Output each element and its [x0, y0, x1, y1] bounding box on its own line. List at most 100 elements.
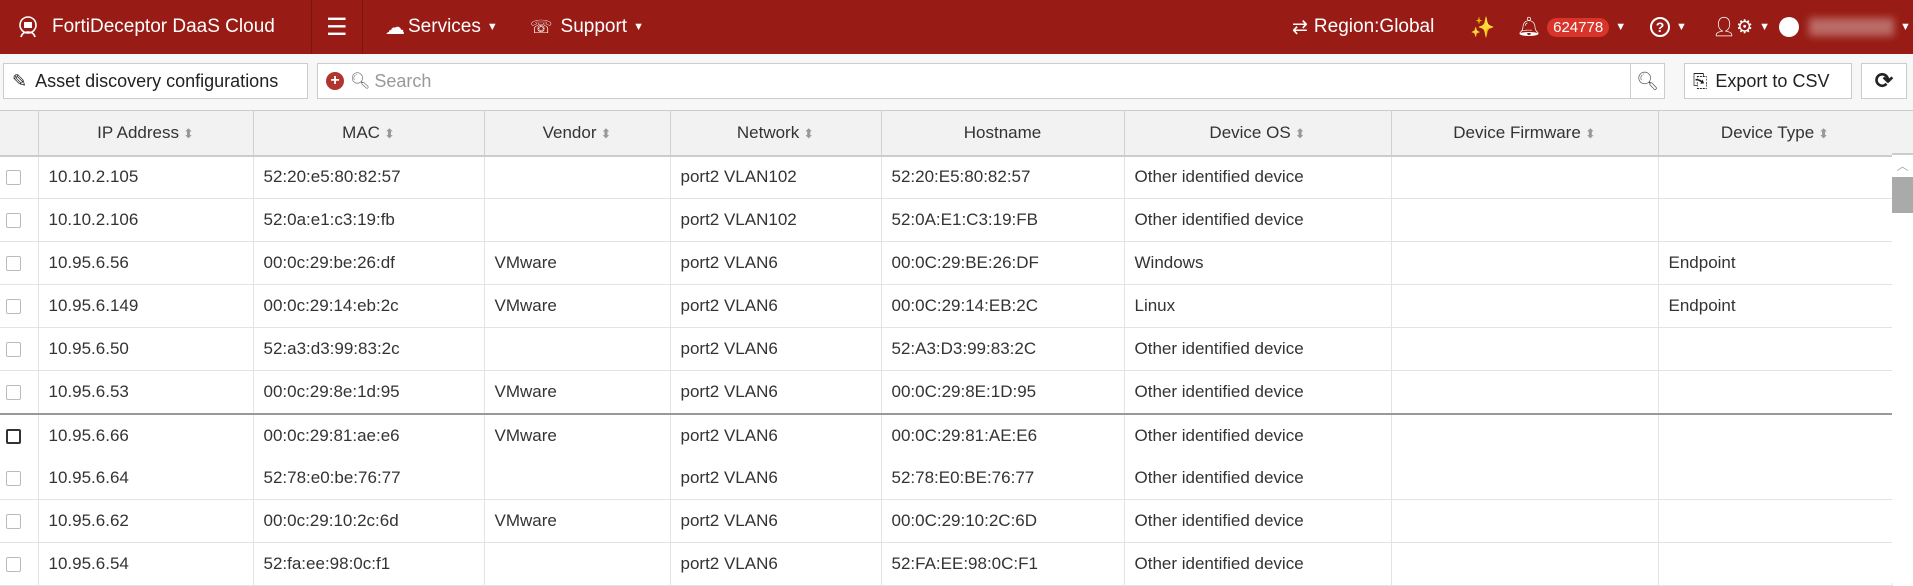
cell-network: port2 VLAN6 — [670, 327, 882, 371]
row-checkbox[interactable] — [6, 428, 21, 444]
row-checkbox[interactable] — [6, 384, 21, 400]
sort-icon[interactable]: ⬍ — [1585, 126, 1596, 141]
search-input[interactable] — [374, 70, 1630, 92]
help-menu[interactable]: ? ▼ — [1650, 0, 1687, 54]
vertical-scrollbar[interactable]: ︿ — [1892, 155, 1913, 583]
table-row[interactable]: 10.95.6.54 52:fa:ee:98:0c:f1 port2 VLAN6 52… — [0, 542, 1893, 586]
magic-wand-icon[interactable]: ✨ — [1470, 0, 1495, 54]
file-export-icon: ⎘ — [1693, 70, 1708, 91]
column-header-ip-address[interactable]: IP Address ⬍ — [38, 110, 254, 157]
row-checkbox[interactable] — [6, 213, 21, 229]
admin-settings-menu[interactable]: 👤︎⚙ ▼ — [1712, 0, 1770, 54]
row-checkbox[interactable] — [6, 557, 21, 573]
row-select-cell — [0, 327, 39, 371]
search-icon: 🔍︎ — [350, 73, 371, 90]
cell-ip-address: 10.95.6.53 — [38, 370, 254, 414]
cell-device-os: Other identified device — [1124, 155, 1392, 199]
user-account-menu[interactable]: ▼ — [1779, 0, 1911, 54]
notifications-menu[interactable]: 🔔︎ 624778 ▼ — [1517, 0, 1626, 54]
cell-device-firmware — [1391, 542, 1659, 586]
column-header-vendor[interactable]: Vendor ⬍ — [484, 110, 671, 157]
column-header-device-firmware[interactable]: Device Firmware ⬍ — [1391, 110, 1659, 157]
cell-ip-address: 10.10.2.105 — [38, 155, 254, 199]
cell-device-type — [1658, 499, 1893, 543]
caret-down-icon: ▼ — [633, 21, 644, 33]
table-row[interactable]: 10.10.2.106 52:0a:e1:c3:19:fb port2 VLAN10… — [0, 198, 1893, 242]
cell-device-os: Other identified device — [1124, 542, 1392, 586]
sort-icon[interactable]: ⬍ — [600, 126, 611, 141]
column-header-device-os[interactable]: Device OS ⬍ — [1124, 110, 1392, 157]
cell-device-type — [1658, 412, 1893, 457]
cell-device-firmware — [1391, 456, 1659, 500]
cell-mac: 52:fa:ee:98:0c:f1 — [253, 542, 485, 586]
search-bar: + 🔍︎ 🔍︎ — [317, 63, 1665, 99]
scroll-up-icon[interactable]: ︿ — [1892, 155, 1913, 177]
services-menu[interactable]: ☁ Services ▼ — [385, 0, 498, 54]
caret-down-icon: ▼ — [1900, 21, 1911, 33]
table-row[interactable]: 10.95.6.56 00:0c:29:be:26:df VMware port2 V… — [0, 241, 1893, 285]
export-to-csv-button[interactable]: ⎘ Export to CSV — [1684, 63, 1852, 99]
table-row[interactable]: 10.95.6.66 00:0c:29:81:ae:e6 VMware port2 V… — [0, 412, 1893, 457]
cell-network: port2 VLAN6 — [670, 241, 882, 285]
cell-device-firmware — [1391, 499, 1659, 543]
cell-vendor: VMware — [484, 284, 671, 328]
user-gear-icon: 👤︎⚙ — [1712, 17, 1754, 38]
column-header-device-type[interactable]: Device Type ⬍ — [1658, 110, 1893, 157]
search-button[interactable]: 🔍︎ — [1630, 64, 1664, 98]
row-select-cell — [0, 412, 39, 457]
column-header-label: Device Type — [1720, 122, 1815, 142]
bell-icon: 🔔︎ — [1517, 17, 1542, 38]
refresh-icon: ⟳ — [1874, 68, 1894, 93]
table-row[interactable]: 10.95.6.149 00:0c:29:14:eb:2c VMware port2 … — [0, 284, 1893, 328]
cell-mac: 52:78:e0:be:76:77 — [253, 456, 485, 500]
row-checkbox[interactable] — [6, 470, 21, 486]
cell-device-firmware — [1391, 155, 1659, 199]
column-header-label: IP Address — [97, 122, 179, 142]
scrollbar-thumb[interactable] — [1892, 177, 1913, 213]
column-header-label: Hostname — [963, 122, 1042, 142]
cell-network: port2 VLAN6 — [670, 412, 882, 457]
table-row[interactable]: 10.95.6.53 00:0c:29:8e:1d:95 VMware port2 V… — [0, 370, 1893, 414]
table-row[interactable]: 10.10.2.105 52:20:e5:80:82:57 port2 VLAN10… — [0, 155, 1893, 199]
row-checkbox[interactable] — [6, 170, 21, 186]
row-checkbox[interactable] — [6, 342, 21, 358]
column-header-hostname[interactable]: Hostname — [881, 110, 1125, 157]
header-corner — [1892, 110, 1913, 155]
cell-network: port2 VLAN102 — [670, 198, 882, 242]
cell-network: port2 VLAN6 — [670, 456, 882, 500]
sort-icon[interactable]: ⬍ — [183, 126, 194, 141]
add-filter-icon[interactable]: + — [326, 72, 344, 90]
caret-down-icon: ▼ — [486, 21, 498, 33]
row-checkbox[interactable] — [6, 299, 21, 315]
cell-device-os: Linux — [1124, 284, 1392, 328]
sort-icon[interactable]: ⬍ — [803, 126, 814, 141]
cell-device-os: Other identified device — [1124, 327, 1392, 371]
refresh-button[interactable]: ⟳ — [1861, 63, 1907, 99]
row-select-cell — [0, 370, 39, 414]
table-row[interactable]: 10.95.6.64 52:78:e0:be:76:77 port2 VLAN6 52… — [0, 456, 1893, 500]
cell-device-type — [1658, 542, 1893, 586]
swap-arrows-icon: ⇄ — [1292, 16, 1308, 38]
cell-device-type — [1658, 456, 1893, 500]
sort-icon[interactable]: ⬍ — [1295, 126, 1306, 141]
column-header-network[interactable]: Network ⬍ — [670, 110, 882, 157]
asset-discovery-configurations-button[interactable]: ✎ Asset discovery configurations — [3, 63, 308, 99]
cell-vendor: VMware — [484, 241, 671, 285]
cell-vendor — [484, 198, 671, 242]
row-checkbox[interactable] — [6, 514, 21, 530]
region-switch[interactable]: ⇄ Region:Global — [1292, 0, 1434, 54]
table-row[interactable]: 10.95.6.62 00:0c:29:10:2c:6d VMware port2 V… — [0, 499, 1893, 543]
cell-device-firmware — [1391, 241, 1659, 285]
cell-network: port2 VLAN6 — [670, 542, 882, 586]
sort-icon[interactable]: ⬍ — [1818, 126, 1829, 141]
table-row[interactable]: 10.95.6.50 52:a3:d3:99:83:2c port2 VLAN6 52… — [0, 327, 1893, 371]
column-header-label: Device Firmware — [1453, 122, 1581, 142]
cell-device-type — [1658, 370, 1893, 414]
column-header-mac[interactable]: MAC ⬍ — [253, 110, 485, 157]
hamburger-menu-icon[interactable]: ☰ — [326, 0, 348, 54]
row-checkbox[interactable] — [6, 256, 21, 272]
redacted-username — [1809, 18, 1894, 36]
support-menu[interactable]: ☏ Support ▼ — [530, 0, 644, 54]
select-all-column — [0, 110, 39, 157]
sort-icon[interactable]: ⬍ — [384, 126, 395, 141]
